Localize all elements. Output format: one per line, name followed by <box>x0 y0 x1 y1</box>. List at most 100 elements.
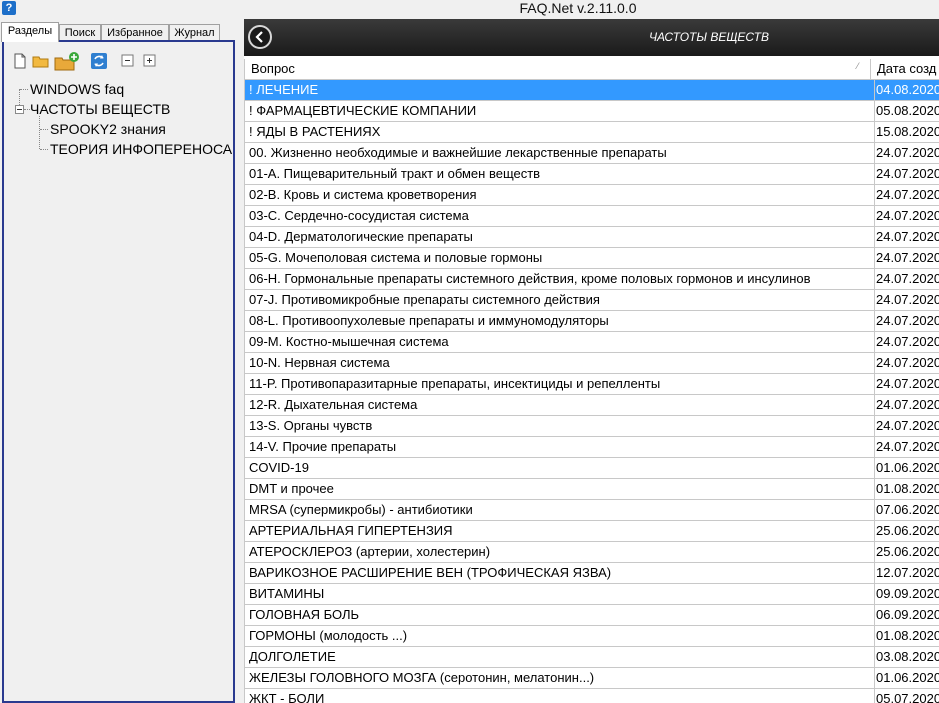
table-row[interactable]: DMT и прочее 01.08.2020 <box>245 479 939 500</box>
date-cell: 06.09.2020 <box>874 605 939 625</box>
table-row[interactable]: 05-G. Мочеполовая система и половые горм… <box>245 248 939 269</box>
table-row[interactable]: АТЕРОСКЛЕРОЗ (артерии, холестерин) 25.06.… <box>245 542 939 563</box>
table-row[interactable]: АРТЕРИАЛЬНАЯ ГИПЕРТЕНЗИЯ 25.06.2020 <box>245 521 939 542</box>
question-cell: АРТЕРИАЛЬНАЯ ГИПЕРТЕНЗИЯ <box>249 523 453 538</box>
question-cell: ВИТАМИНЫ <box>249 586 325 601</box>
tree-node-windows-faq[interactable]: WINDOWS faq <box>30 80 124 98</box>
tab-bar: Разделы Поиск Избранное Журнал <box>0 22 240 42</box>
date-cell: 24.07.2020 <box>874 206 939 226</box>
tree-node-spooky2[interactable]: SPOOKY2 знания <box>50 120 166 138</box>
column-header-date[interactable]: Дата созд <box>871 59 939 79</box>
date-cell: 24.07.2020 <box>874 437 939 457</box>
table-row[interactable]: 09-M. Костно-мышечная система 24.07.2020 <box>245 332 939 353</box>
content-header: ЧАСТОТЫ ВЕЩЕСТВ <box>244 19 939 56</box>
grid-header: Вопрос ⁄ Дата созд <box>245 59 939 80</box>
question-cell: 01-A. Пищеварительный тракт и обмен веще… <box>249 166 541 181</box>
table-row[interactable]: 10-N. Нервная система 24.07.2020 <box>245 353 939 374</box>
collapse-all-icon[interactable] <box>120 52 138 70</box>
table-row[interactable]: 04-D. Дерматологические препараты 24.07.2… <box>245 227 939 248</box>
tree-connector <box>40 129 48 130</box>
table-row[interactable]: 13-S. Органы чувств 24.07.2020 <box>245 416 939 437</box>
table-row[interactable]: 02-B. Кровь и система кроветворения 24.07… <box>245 185 939 206</box>
question-cell: ГОЛОВНАЯ БОЛЬ <box>249 607 360 622</box>
question-cell: 04-D. Дерматологические препараты <box>249 229 473 244</box>
question-cell: 11-P. Противопаразитарные препараты, инс… <box>249 376 661 391</box>
tree-connector <box>40 149 48 150</box>
table-row[interactable]: COVID-19 01.06.2020 <box>245 458 939 479</box>
date-cell: 01.08.2020 <box>874 479 939 499</box>
tree-node-info-transfer[interactable]: ТЕОРИЯ ИНФОПЕРЕНОСА <box>50 140 232 158</box>
tab-journal[interactable]: Журнал <box>169 24 220 41</box>
date-cell: 12.07.2020 <box>874 563 939 583</box>
table-row[interactable]: ДОЛГОЛЕТИЕ 03.08.2020 <box>245 647 939 668</box>
date-cell: 09.09.2020 <box>874 584 939 604</box>
question-cell: 08-L. Противоопухолевые препараты и имму… <box>249 313 609 328</box>
table-row[interactable]: ЖЕЛЕЗЫ ГОЛОВНОГО МОЗГА (серотонин, мелат… <box>245 668 939 689</box>
column-header-question[interactable]: Вопрос <box>245 59 870 79</box>
add-folder-icon[interactable] <box>54 52 80 71</box>
new-file-icon[interactable] <box>12 52 30 70</box>
question-cell: COVID-19 <box>249 460 309 475</box>
table-row[interactable]: 00. Жизненно необходимые и важнейшие лек… <box>245 143 939 164</box>
question-cell: ЖКТ - БОЛИ <box>249 691 325 703</box>
date-cell: 24.07.2020 <box>874 416 939 436</box>
date-cell: 24.07.2020 <box>874 227 939 247</box>
date-cell: 01.06.2020 <box>874 668 939 688</box>
table-row[interactable]: ГОЛОВНАЯ БОЛЬ 06.09.2020 <box>245 605 939 626</box>
table-row[interactable]: 07-J. Противомикробные препараты системн… <box>245 290 939 311</box>
date-cell: 01.08.2020 <box>874 626 939 646</box>
table-row[interactable]: 01-A. Пищеварительный тракт и обмен веще… <box>245 164 939 185</box>
question-cell: ! ФАРМАЦЕВТИЧЕСКИЕ КОМПАНИИ <box>249 103 477 118</box>
tree-connector <box>39 116 40 149</box>
open-folder-icon[interactable] <box>32 52 50 70</box>
question-cell: ! ЛЕЧЕНИЕ <box>249 82 319 97</box>
tab-sections[interactable]: Разделы <box>1 22 59 42</box>
table-row[interactable]: 03-C. Сердечно-сосудистая система 24.07.2… <box>245 206 939 227</box>
window-title: FAQ.Net v.2.11.0.0 <box>519 0 637 16</box>
question-cell: АТЕРОСКЛЕРОЗ (артерии, холестерин) <box>249 544 491 559</box>
table-row[interactable]: 12-R. Дыхательная система 24.07.2020 <box>245 395 939 416</box>
question-cell: ! ЯДЫ В РАСТЕНИЯХ <box>249 124 381 139</box>
table-row[interactable]: ! ЯДЫ В РАСТЕНИЯХ 15.08.2020 <box>245 122 939 143</box>
tree-node-frequencies[interactable]: ЧАСТОТЫ ВЕЩЕСТВ <box>30 100 170 118</box>
question-cell: 00. Жизненно необходимые и важнейшие лек… <box>249 145 667 160</box>
date-cell: 24.07.2020 <box>874 311 939 331</box>
table-row[interactable]: 11-P. Противопаразитарные препараты, инс… <box>245 374 939 395</box>
table-row[interactable]: ГОРМОНЫ (молодость ...) 01.08.2020 <box>245 626 939 647</box>
table-row[interactable]: ВАРИКОЗНОЕ РАСШИРЕНИЕ ВЕН (ТРОФИЧЕСКАЯ Я… <box>245 563 939 584</box>
content-panel: ЧАСТОТЫ ВЕЩЕСТВ Вопрос ⁄ Дата созд ! ЛЕЧ… <box>244 19 939 703</box>
title-bar: ? FAQ.Net v.2.11.0.0 <box>0 0 939 19</box>
table-row[interactable]: 06-H. Гормональные препараты системного … <box>245 269 939 290</box>
question-cell: 14-V. Прочие препараты <box>249 439 397 454</box>
table-row[interactable]: ! ФАРМАЦЕВТИЧЕСКИЕ КОМПАНИИ 05.08.2020 <box>245 101 939 122</box>
sections-pane: WINDOWS faq ЧАСТОТЫ ВЕЩЕСТВ SPOOKY2 знан… <box>2 40 235 703</box>
question-cell: 03-C. Сердечно-сосудистая система <box>249 208 469 223</box>
table-row[interactable]: ЖКТ - БОЛИ 05.07.2020 <box>245 689 939 703</box>
date-cell: 24.07.2020 <box>874 353 939 373</box>
date-cell: 24.07.2020 <box>874 185 939 205</box>
left-panel: Разделы Поиск Избранное Журнал WINDOWS f… <box>0 19 240 703</box>
date-cell: 24.07.2020 <box>874 248 939 268</box>
date-cell: 03.08.2020 <box>874 647 939 667</box>
sort-indicator-icon: ⁄ <box>857 61 859 71</box>
table-row[interactable]: ВИТАМИНЫ 09.09.2020 <box>245 584 939 605</box>
question-cell: DMT и прочее <box>249 481 334 496</box>
tab-search[interactable]: Поиск <box>59 24 101 41</box>
tab-favorites[interactable]: Избранное <box>101 24 169 41</box>
expand-all-icon[interactable] <box>142 52 160 70</box>
refresh-icon[interactable] <box>90 52 108 70</box>
table-row[interactable]: 14-V. Прочие препараты 24.07.2020 <box>245 437 939 458</box>
question-cell: 09-M. Костно-мышечная система <box>249 334 449 349</box>
date-cell: 25.06.2020 <box>874 542 939 562</box>
section-title: ЧАСТОТЫ ВЕЩЕСТВ <box>648 30 770 44</box>
table-row[interactable]: 08-L. Противоопухолевые препараты и имму… <box>245 311 939 332</box>
date-cell: 24.07.2020 <box>874 332 939 352</box>
table-row[interactable]: ! ЛЕЧЕНИЕ 04.08.2020 <box>245 80 939 101</box>
question-cell: 05-G. Мочеполовая система и половые горм… <box>249 250 543 265</box>
question-cell: ВАРИКОЗНОЕ РАСШИРЕНИЕ ВЕН (ТРОФИЧЕСКАЯ Я… <box>249 565 612 580</box>
date-cell: 24.07.2020 <box>874 395 939 415</box>
date-cell: 04.08.2020 <box>874 80 939 100</box>
collapse-node-icon[interactable] <box>15 105 24 114</box>
question-cell: ГОРМОНЫ (молодость ...) <box>249 628 408 643</box>
table-row[interactable]: MRSA (супермикробы) - антибиотики 07.06.2… <box>245 500 939 521</box>
